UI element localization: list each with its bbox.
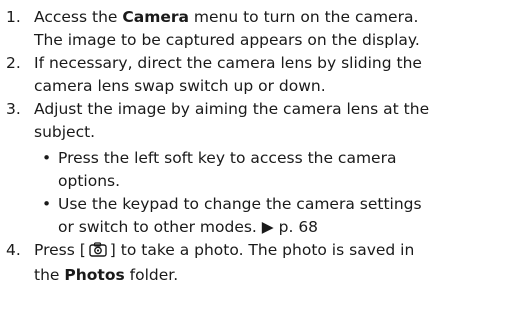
step-number: 1. [6,8,21,26]
step-line: subject. [34,123,96,141]
step-text: Press [ ] to take a photo. The photo is s… [34,239,525,287]
text-run: Access the [34,8,123,26]
step-line: The image to be captured appears on the … [34,31,420,49]
step-text: Adjust the image by aiming the camera le… [34,98,525,239]
camera-key-icon [89,241,107,264]
step-4: 4. Press [ ] to take a photo. The photo i… [0,239,525,287]
bullet-item: • Use the keypad to change the camera se… [34,193,521,239]
bullet-mark: • [42,195,52,213]
step-line: Press [ ] to take a photo. The photo is s… [34,239,521,264]
bullet-line: Use the keypad to change the camera sett… [58,195,422,213]
bullet-list: • Press the left soft key to access the … [34,147,521,239]
step-line: Adjust the image by aiming the camera le… [34,100,430,118]
text-run: Press [ [34,241,86,259]
bullet-text: Press the left soft key to access the ca… [58,147,521,193]
bullet-text: Use the keypad to change the camera sett… [58,193,521,239]
step-2: 2. If necessary, direct the camera lens … [0,52,525,98]
step-number: 4. [6,241,21,259]
text-run: ] to take a photo. The photo is saved in [109,241,415,259]
folder-name-photos: Photos [64,266,125,284]
step-number: 3. [6,100,21,118]
bullet-item: • Press the left soft key to access the … [34,147,521,193]
instruction-page: 1. Access the Camera menu to turn on the… [0,0,525,316]
step-line: the Photos folder. [34,264,521,287]
step-text: Access the Camera menu to turn on the ca… [34,6,525,52]
step-3: 3. Adjust the image by aiming the camera… [0,98,525,239]
text-run: the [34,266,65,284]
bullet-line: Press the left soft key to access the ca… [58,149,397,167]
step-1: 1. Access the Camera menu to turn on the… [0,6,525,52]
step-line: Access the Camera menu to turn on the ca… [34,6,521,29]
step-number: 2. [6,54,21,72]
step-text: If necessary, direct the camera lens by … [34,52,525,98]
bullet-mark: • [42,149,52,167]
text-run: menu to turn on the camera. [188,8,419,26]
step-line: If necessary, direct the camera lens by … [34,54,422,72]
bullet-line: options. [58,172,121,190]
menu-name-camera: Camera [122,8,189,26]
text-run: folder. [124,266,179,284]
step-line: camera lens swap switch up or down. [34,77,326,95]
bullet-line: or switch to other modes. ▶ p. 68 [58,218,319,236]
